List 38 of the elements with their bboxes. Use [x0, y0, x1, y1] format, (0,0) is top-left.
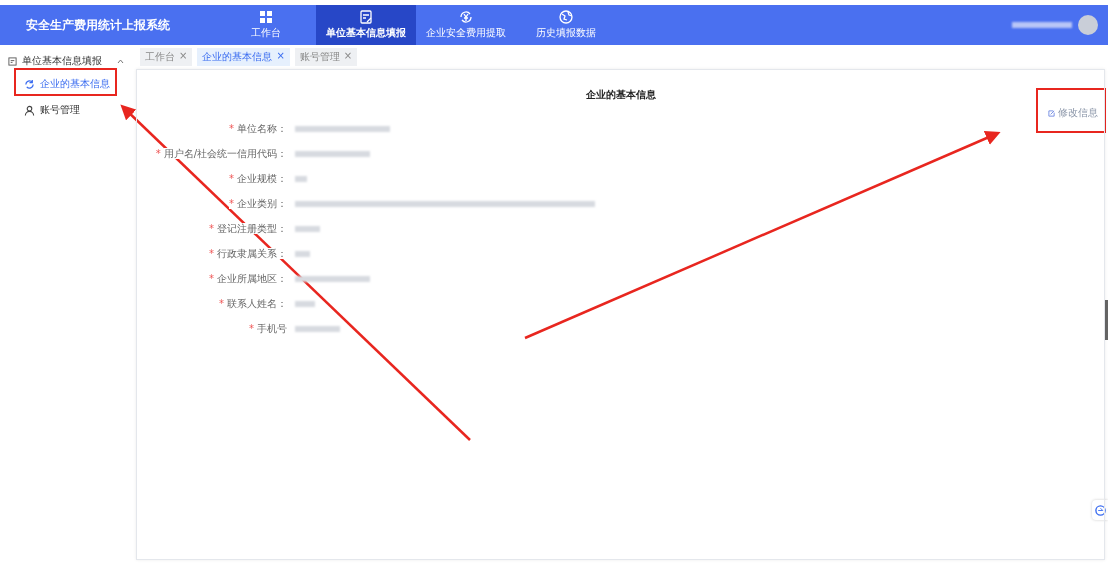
redacted-value [295, 301, 315, 307]
close-icon[interactable]: × [276, 50, 285, 64]
edit-info-button[interactable]: 修改信息 [1048, 106, 1098, 120]
form-icon [8, 56, 17, 66]
sidebar-group[interactable]: 单位基本信息填报 [0, 51, 132, 71]
redacted-value [295, 176, 307, 182]
page-tab[interactable]: 账号管理 × [294, 48, 358, 66]
app-title: 安全生产费用统计上报系统 [26, 16, 171, 34]
redacted-username [1012, 22, 1072, 28]
field-label: * 手机号 [248, 322, 287, 336]
close-icon[interactable]: × [179, 50, 188, 64]
redacted-value [295, 326, 340, 332]
yen-refresh-icon [459, 10, 473, 24]
redacted-value [295, 251, 310, 257]
redacted-value [295, 226, 320, 232]
avatar[interactable] [1078, 15, 1098, 35]
edit-icon [1048, 109, 1055, 117]
scrollbar-handle[interactable] [1105, 300, 1108, 340]
card-title: 企业的基本信息 [584, 88, 657, 102]
globe-icon [559, 10, 573, 24]
document-pen-icon [359, 10, 373, 24]
page-tab[interactable]: 企业的基本信息 × [197, 48, 290, 66]
grid-icon [259, 10, 273, 24]
refresh-icon [1094, 504, 1106, 516]
nav-tab[interactable]: 历史填报数据 [516, 5, 616, 45]
sidebar-item[interactable]: 企业的基本信息 [0, 71, 132, 97]
required-mark: * [229, 198, 234, 209]
sidebar-item[interactable]: 账号管理 [0, 97, 132, 123]
caret-icon [117, 58, 124, 64]
refresh-icon [24, 78, 35, 90]
nav-tab[interactable]: 企业安全费用提取 [416, 5, 516, 45]
highlight-frame [1036, 88, 1106, 133]
field-label: * 行政隶属关系： [208, 247, 287, 261]
close-icon[interactable]: × [343, 50, 353, 64]
nav-tab[interactable]: 单位基本信息填报 [316, 5, 416, 45]
nav-tab[interactable]: 工作台 [216, 5, 316, 45]
user-icon [24, 104, 35, 116]
page-tab[interactable]: 工作台 × [140, 48, 193, 66]
